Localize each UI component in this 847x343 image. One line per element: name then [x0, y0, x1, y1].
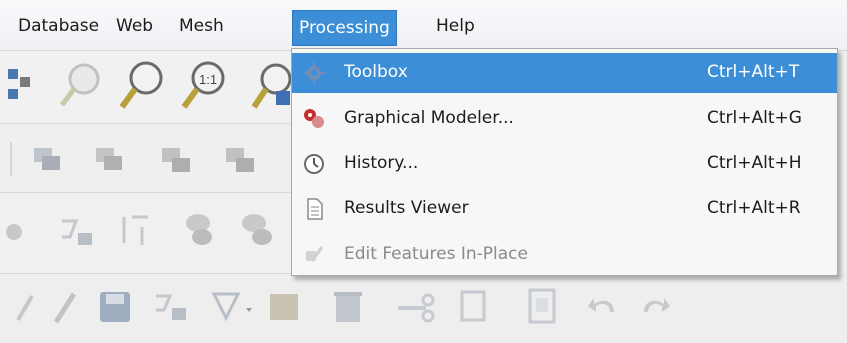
svg-text:1:1: 1:1 [199, 72, 217, 87]
save-layer-edits-icon[interactable] [96, 288, 136, 328]
vertex-tool-dropdown-icon[interactable] [208, 288, 256, 330]
menu-item-toolbox[interactable]: Toolbox Ctrl+Alt+T [292, 53, 837, 93]
copy-features-icon[interactable] [456, 286, 492, 328]
add-vector-layer-icon[interactable] [92, 142, 126, 176]
toolbar-digitizing [0, 274, 847, 343]
menu-web-label: Web [116, 16, 154, 36]
menu-item-history-shortcut: Ctrl+Alt+H [707, 153, 802, 173]
menu-processing-label: Processing [299, 18, 390, 38]
menu-item-results-viewer[interactable]: Results Viewer Ctrl+Alt+R [292, 189, 837, 229]
menu-item-results-viewer-label: Results Viewer [344, 198, 469, 218]
toolbar-layer-tools [0, 124, 300, 193]
vertex-tool-icon[interactable] [58, 211, 100, 251]
processing-menu-dropdown: Toolbox Ctrl+Alt+T Graphical Modeler... … [291, 48, 838, 276]
menu-item-history[interactable]: History... Ctrl+Alt+H [292, 144, 837, 184]
add-raster-layer-icon[interactable] [158, 142, 194, 176]
menu-processing[interactable]: Processing [292, 10, 397, 46]
zoom-native-resolution-icon[interactable]: 1:1 [180, 59, 230, 111]
toolbar-map-navigation: 1:1 [0, 51, 300, 124]
menu-item-toolbox-label: Toolbox [344, 62, 408, 82]
toolbar-digitizing-advanced [0, 193, 300, 274]
menu-mesh[interactable]: Mesh [173, 12, 230, 40]
menu-item-toolbox-shortcut: Ctrl+Alt+T [707, 62, 800, 82]
menu-item-results-viewer-shortcut: Ctrl+Alt+R [707, 198, 801, 218]
offset-curve-icon[interactable] [182, 209, 222, 251]
split-parts-icon[interactable] [118, 211, 160, 251]
menu-mesh-label: Mesh [179, 16, 224, 36]
menu-item-graphical-modeler[interactable]: Graphical Modeler... Ctrl+Alt+G [292, 99, 837, 139]
pan-to-selection-icon[interactable] [4, 65, 34, 105]
modify-attributes-icon[interactable] [266, 288, 306, 328]
clock-icon [304, 154, 324, 174]
cut-features-icon[interactable] [392, 288, 436, 328]
edit-in-place-icon [306, 246, 324, 262]
menu-item-graphical-modeler-label: Graphical Modeler... [344, 108, 514, 128]
zoom-in-icon[interactable] [118, 59, 168, 111]
current-edits-icon[interactable] [10, 290, 40, 328]
zoom-last-icon[interactable] [58, 61, 104, 109]
toolbar-separator [10, 142, 12, 176]
menu-bar: Database Web Mesh Processing Help [0, 0, 847, 51]
add-layer-icon[interactable] [30, 142, 64, 176]
gear-icon [303, 62, 325, 84]
document-icon [307, 198, 323, 220]
modeler-icon [304, 109, 324, 128]
zoom-to-layer-icon[interactable] [252, 61, 292, 113]
redo-icon[interactable] [636, 288, 676, 326]
toggle-editing-icon[interactable] [48, 288, 82, 328]
menu-help-label: Help [436, 16, 475, 36]
delete-selected-icon[interactable] [330, 286, 366, 328]
menu-item-edit-features-in-place: Edit Features In-Place [292, 235, 837, 275]
reshape-features-icon[interactable] [238, 209, 282, 251]
add-delimited-layer-icon[interactable] [222, 142, 258, 176]
paste-features-icon[interactable] [524, 284, 560, 328]
menu-item-history-label: History... [344, 153, 419, 173]
add-feature-icon[interactable] [152, 288, 196, 330]
undo-icon[interactable] [586, 288, 622, 326]
menu-help[interactable]: Help [430, 12, 481, 40]
menu-web[interactable]: Web [110, 12, 159, 40]
menu-item-edit-features-in-place-label: Edit Features In-Place [344, 244, 528, 264]
node-tool-icon[interactable] [6, 215, 30, 249]
menu-database[interactable]: Database [12, 12, 105, 40]
menu-database-label: Database [18, 16, 100, 36]
menu-item-graphical-modeler-shortcut: Ctrl+Alt+G [707, 108, 802, 128]
